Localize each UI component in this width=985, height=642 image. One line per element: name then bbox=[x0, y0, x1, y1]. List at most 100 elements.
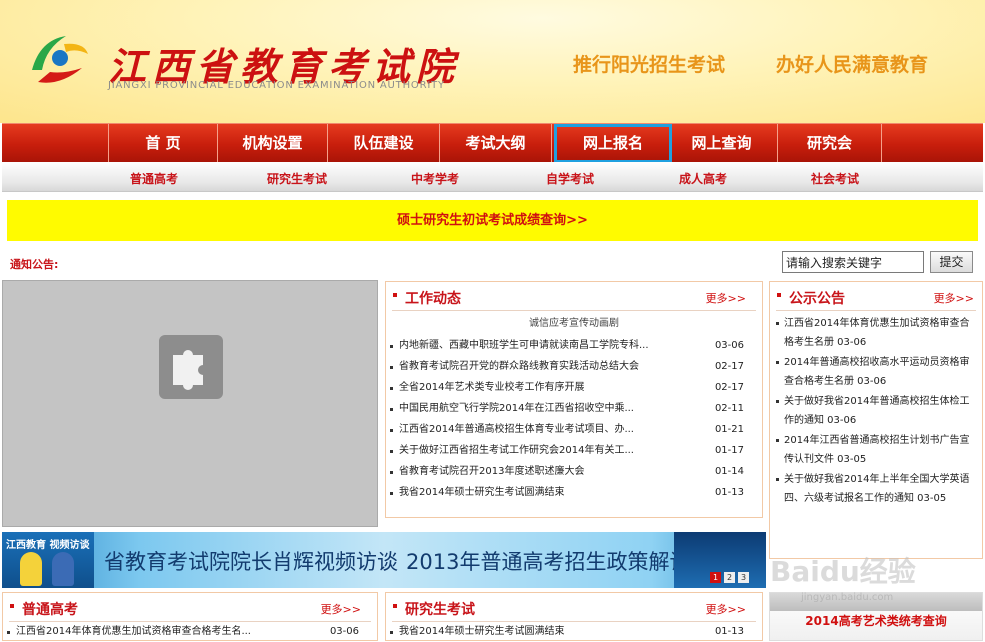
site-subtitle: JIANGXI PROVINCIAL EDUCATION EXAMINATION… bbox=[108, 80, 445, 91]
person-figure bbox=[20, 552, 42, 586]
nav-exam-syllabus[interactable]: 考试大纲 bbox=[440, 124, 552, 163]
news-title: 省教育考试院召开党的群众路线教育实践活动总结大会 bbox=[399, 361, 639, 372]
bullet-icon bbox=[390, 471, 393, 474]
public-notice-panel: 公示公告 更多>> 江西省2014年体育优惠生加试资格审查合格考生名册 03-0… bbox=[769, 281, 983, 559]
bullet-icon bbox=[7, 631, 10, 634]
nav-organization[interactable]: 机构设置 bbox=[218, 124, 328, 163]
news-row[interactable]: 中国民用航空飞行学院2014年在江西省招收空中乘... 02-11 bbox=[390, 399, 758, 419]
notice-text: 关于做好我省2014年普通高校招生体检工作的通知 03-06 bbox=[784, 396, 970, 426]
news-title: 我省2014年硕士研究生考试圆满结束 bbox=[399, 626, 565, 637]
notice-item[interactable]: 关于做好我省2014年上半年全国大学英语四、六级考试报名工作的通知 03-05 bbox=[776, 470, 974, 508]
nav-home[interactable]: 首 页 bbox=[108, 124, 218, 163]
search-input[interactable] bbox=[782, 251, 924, 273]
bullet-icon bbox=[390, 366, 393, 369]
bullet-icon bbox=[776, 322, 779, 325]
news-row[interactable]: 我省2014年硕士研究生考试圆满结束 01-13 bbox=[390, 483, 758, 503]
banner-page-1[interactable]: 1 bbox=[710, 572, 721, 583]
work-news-header: 工作动态 更多>> bbox=[386, 282, 762, 312]
notice-label: 通知公告: bbox=[10, 258, 59, 271]
news-date: 02-17 bbox=[714, 382, 744, 393]
news-row[interactable]: 我省2014年硕士研究生考试圆满结束 01-13 bbox=[390, 622, 758, 642]
banner-studio-image: 江西教育 视频访谈 bbox=[2, 532, 94, 588]
news-date: 03-06 bbox=[329, 626, 359, 637]
nav-online-query[interactable]: 网上查询 bbox=[666, 124, 778, 163]
news-date: 01-13 bbox=[714, 487, 744, 498]
bullet-icon bbox=[10, 604, 14, 608]
bullet-icon bbox=[390, 345, 393, 348]
score-query-banner[interactable]: 硕士研究生初试考试成绩查询>> bbox=[7, 200, 978, 241]
gaokao-header: 普通高考 更多>> bbox=[3, 593, 377, 623]
person-figure bbox=[52, 552, 74, 586]
video-player[interactable] bbox=[2, 280, 378, 527]
bullet-icon bbox=[390, 631, 393, 634]
divider bbox=[392, 310, 756, 311]
banner-text-1: 省教育考试院院长肖辉视频访谈 bbox=[104, 550, 398, 574]
news-title: 我省2014年硕士研究生考试圆满结束 bbox=[399, 487, 565, 498]
news-title: 江西省2014年体育优惠生加试资格审查合格考生名... bbox=[16, 626, 251, 637]
work-news-more-link[interactable]: 更多>> bbox=[706, 290, 746, 306]
gaokao-more-link[interactable]: 更多>> bbox=[321, 601, 361, 617]
bullet-icon bbox=[393, 293, 397, 297]
notice-item[interactable]: 江西省2014年体育优惠生加试资格审查合格考生名册 03-06 bbox=[776, 314, 974, 352]
art-exam-query-text: 2014高考艺术类统考查询 bbox=[805, 614, 947, 628]
bullet-icon bbox=[776, 439, 779, 442]
sub-nav-self-study[interactable]: 自学考试 bbox=[520, 170, 620, 187]
sub-nav-adult[interactable]: 成人高考 bbox=[653, 170, 753, 187]
graduate-header: 研究生考试 更多>> bbox=[386, 593, 762, 623]
news-row[interactable]: 江西省2014年普通高校招生体育专业考试项目、办... 01-21 bbox=[390, 420, 758, 440]
news-date: 01-17 bbox=[714, 445, 744, 456]
nav-research-society[interactable]: 研究会 bbox=[778, 124, 882, 163]
banner-left-label: 江西教育 视频访谈 bbox=[6, 540, 90, 551]
news-row[interactable]: 内地新疆、西藏中职班学生可申请就读南昌工学院专科... 03-06 bbox=[390, 336, 758, 356]
news-date: 01-13 bbox=[714, 626, 744, 637]
news-row[interactable]: 关于做好江西省招生考试工作研究会2014年有关工... 01-17 bbox=[390, 441, 758, 461]
news-date: 02-17 bbox=[714, 361, 744, 372]
bullet-icon bbox=[776, 478, 779, 481]
slogan-right: 办好人民满意教育 bbox=[776, 54, 929, 76]
news-date: 02-11 bbox=[714, 403, 744, 414]
news-title: 全省2014年艺术类专业校考工作有序开展 bbox=[399, 382, 585, 393]
sub-nav-graduate[interactable]: 研究生考试 bbox=[247, 170, 347, 187]
banner-page-3[interactable]: 3 bbox=[738, 572, 749, 583]
sub-nav-zhongkao[interactable]: 中考学考 bbox=[385, 170, 485, 187]
notice-text: 2014年江西省普通高校招生计划书广告宣传认刊文件 03-05 bbox=[784, 435, 970, 465]
news-row[interactable]: 省教育考试院召开党的群众路线教育实践活动总结大会 02-17 bbox=[390, 357, 758, 377]
nav-team-building[interactable]: 队伍建设 bbox=[328, 124, 440, 163]
gaokao-panel: 普通高考 更多>> 江西省2014年体育优惠生加试资格审查合格考生名... 03-… bbox=[2, 592, 378, 641]
news-row[interactable]: 全省2014年艺术类专业校考工作有序开展 02-17 bbox=[390, 378, 758, 398]
public-notice-header: 公示公告 更多>> bbox=[770, 282, 982, 312]
bullet-icon bbox=[777, 293, 781, 297]
bullet-icon bbox=[776, 400, 779, 403]
notice-item[interactable]: 2014年普通高校招收高水平运动员资格审查合格考生名册 03-06 bbox=[776, 353, 974, 391]
baidu-watermark: Baidu经验 bbox=[770, 555, 916, 588]
notice-text: 关于做好我省2014年上半年全国大学英语四、六级考试报名工作的通知 03-05 bbox=[784, 474, 970, 504]
notice-item[interactable]: 关于做好我省2014年普通高校招生体检工作的通知 03-06 bbox=[776, 392, 974, 430]
work-news-headline[interactable]: 诚信应考宣传动画剧 bbox=[386, 314, 762, 329]
news-row[interactable]: 江西省2014年体育优惠生加试资格审查合格考生名... 03-06 bbox=[7, 622, 373, 642]
slogan-left: 推行阳光招生考试 bbox=[573, 54, 726, 76]
nav-online-registration[interactable]: 网上报名 bbox=[554, 124, 672, 163]
notice-item[interactable]: 2014年江西省普通高校招生计划书广告宣传认刊文件 03-05 bbox=[776, 431, 974, 469]
banner-page-2[interactable]: 2 bbox=[724, 572, 735, 583]
search-submit-button[interactable]: 提交 bbox=[930, 251, 973, 273]
baidu-watermark-url: jingyan.baidu.com bbox=[801, 592, 894, 603]
logo-icon[interactable] bbox=[26, 30, 92, 88]
public-notice-title: 公示公告 bbox=[789, 291, 845, 307]
bullet-icon bbox=[390, 387, 393, 390]
news-title: 关于做好江西省招生考试工作研究会2014年有关工... bbox=[399, 445, 634, 456]
news-row[interactable]: 省教育考试院召开2013年度述职述廉大会 01-14 bbox=[390, 462, 758, 482]
bullet-icon bbox=[390, 408, 393, 411]
notice-text: 江西省2014年体育优惠生加试资格审查合格考生名册 03-06 bbox=[784, 318, 970, 348]
notice-text: 2014年普通高校招收高水平运动员资格审查合格考生名册 03-06 bbox=[784, 357, 970, 387]
divider bbox=[776, 310, 976, 311]
main-nav: 首 页 机构设置 队伍建设 考试大纲 网上报名 网上查询 研究会 bbox=[2, 123, 983, 163]
sub-nav-gaokao[interactable]: 普通高考 bbox=[104, 170, 204, 187]
news-title: 中国民用航空飞行学院2014年在江西省招收空中乘... bbox=[399, 403, 634, 414]
sub-nav-social[interactable]: 社会考试 bbox=[785, 170, 885, 187]
banner-studio-image-right: 1 2 3 bbox=[674, 532, 766, 588]
public-notice-more-link[interactable]: 更多>> bbox=[934, 290, 974, 306]
graduate-more-link[interactable]: 更多>> bbox=[706, 601, 746, 617]
interview-banner[interactable]: 江西教育 视频访谈 省教育考试院院长肖辉视频访谈 2013年普通高考招生政策解读… bbox=[2, 532, 766, 588]
work-news-title: 工作动态 bbox=[405, 291, 461, 307]
news-date: 03-06 bbox=[714, 340, 744, 351]
